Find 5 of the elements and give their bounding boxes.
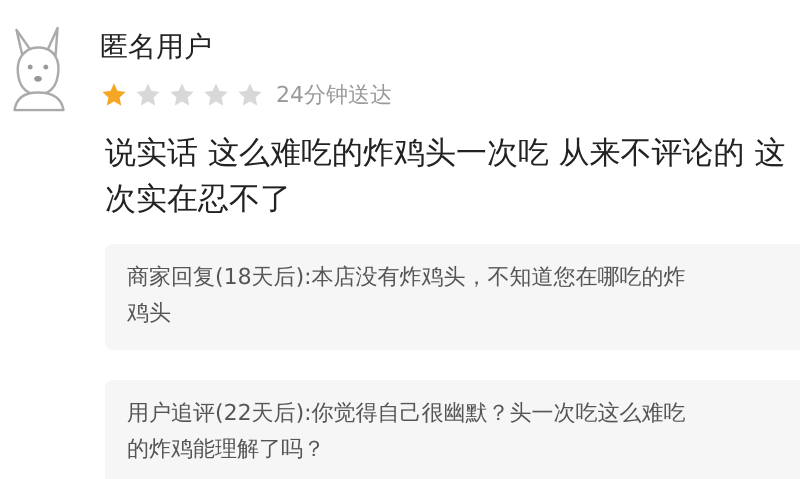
review-text: 说实话 这么难吃的炸鸡头一次吃 从来不评论的 这次实在忍不了 [105,134,787,219]
delivery-time: 24分钟送达 [276,82,392,110]
user-name: 匿名用户 [100,29,213,65]
reply-text: 用户追评(22天后):你觉得自己很幽默？头一次吃这么难吃的炸鸡能理解了吗？ [127,400,687,464]
reply-text: 商家回复(18天后):本店没有炸鸡头，不知道您在哪吃的炸鸡头 [127,264,687,328]
